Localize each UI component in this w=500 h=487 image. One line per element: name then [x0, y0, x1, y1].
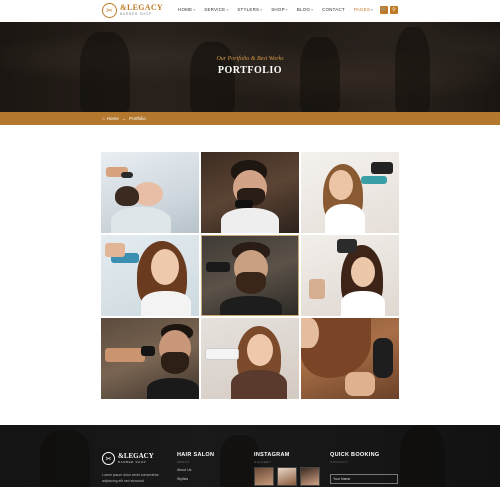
- portfolio-beard-trim[interactable]: [201, 152, 299, 233]
- site-footer: [0, 425, 500, 487]
- hero-subtitle: Our Portfolio & Best Works: [216, 56, 284, 62]
- nav-item-home[interactable]: HOME▾: [178, 7, 195, 12]
- nav-item-label: SERVICE: [204, 7, 226, 12]
- nav-item-shop[interactable]: SHOP▾: [271, 7, 288, 12]
- round-brush: [361, 176, 387, 184]
- main-nav: HOME▾ SERVICE▾ STYLERS▾ SHOP▾ BLOG▾ CONT…: [178, 7, 382, 12]
- client-top: [231, 370, 287, 399]
- client-face: [247, 334, 273, 366]
- footer-link-about[interactable]: About Us: [177, 468, 191, 472]
- nav-item-service[interactable]: SERVICE▾: [204, 7, 228, 12]
- chevron-down-icon: ▾: [311, 8, 314, 12]
- scissors-logo-icon: ✂: [102, 3, 117, 18]
- portfolio-hair-brush-closeup[interactable]: [301, 318, 399, 399]
- hair-dryer: [205, 348, 239, 360]
- booking-name-placeholder: Your Name: [333, 477, 351, 481]
- cart-icon: 🛒: [380, 7, 388, 13]
- page-hero-banner: Our Portfolio & Best Works PORTFOLIO: [0, 22, 500, 112]
- instagram-thumb[interactable]: [277, 467, 297, 486]
- client-face: [329, 170, 353, 200]
- footer-col-sub: ABOUT: [177, 460, 190, 464]
- nav-item-pages[interactable]: PAGES▾: [354, 7, 373, 12]
- logo-name: &LEGACY: [120, 3, 163, 13]
- logo-subtitle: BARBER SHOP: [120, 12, 152, 17]
- scissors-logo-icon: ✂: [102, 452, 115, 465]
- barber-arm: [105, 348, 145, 362]
- trimmer: [235, 200, 253, 208]
- client-hair: [115, 186, 139, 206]
- footer-description: Lorem ipsum dolor amet consectetur adipi…: [102, 473, 159, 483]
- breadcrumb-bar: ⌂ Home → Portfolio: [0, 112, 500, 125]
- portfolio-hair-dryer[interactable]: [301, 152, 399, 233]
- portfolio-beard-man[interactable]: [201, 235, 299, 316]
- chevron-down-icon: ▾: [371, 8, 374, 12]
- footer-col-title-instagram: INSTAGRAM: [254, 452, 290, 458]
- chevron-down-icon: ▾: [226, 8, 229, 12]
- nav-item-contact[interactable]: CONTACT: [322, 7, 345, 12]
- client-face: [301, 318, 319, 348]
- instagram-thumb[interactable]: [254, 467, 274, 486]
- barber-cape: [221, 208, 279, 233]
- wash-basin: [111, 207, 171, 233]
- chevron-down-icon: ▾: [193, 8, 196, 12]
- paddle-brush: [373, 338, 393, 378]
- footer-logo-text: &LEGACY BARBER SHOP: [118, 453, 154, 464]
- footer-overlay: [0, 425, 500, 487]
- client-face: [151, 249, 179, 285]
- nav-item-label: BLOG: [296, 7, 311, 12]
- footer-col-title-hair-salon: HAIR SALON: [177, 452, 215, 458]
- search-icon: ⚲: [392, 7, 396, 13]
- nav-item-stylers[interactable]: STYLERS▾: [237, 7, 262, 12]
- client-shirt: [147, 378, 199, 399]
- portfolio-gallery: [101, 152, 399, 399]
- nav-item-label: PAGES: [353, 7, 371, 12]
- breadcrumb-separator: →: [121, 116, 127, 121]
- breadcrumb-current: Portfolio: [129, 116, 146, 121]
- search-button[interactable]: ⚲: [390, 6, 398, 14]
- footer-logo-name: &LEGACY: [118, 452, 154, 460]
- footer-logo[interactable]: ✂ &LEGACY BARBER SHOP: [102, 452, 154, 465]
- chevron-down-icon: ▾: [260, 8, 263, 12]
- clipper: [141, 346, 155, 356]
- client-face: [351, 257, 375, 287]
- client-beard: [161, 352, 189, 374]
- client-beard: [236, 272, 266, 294]
- cart-button[interactable]: 🛒: [380, 6, 388, 14]
- nav-item-blog[interactable]: BLOG▾: [297, 7, 313, 12]
- footer-col-title-quick-booking: QUICK BOOKING: [330, 452, 380, 458]
- footer-col-sub: GALLERY: [254, 460, 272, 464]
- home-icon: ⌂: [102, 116, 105, 121]
- top-navigation-bar: ✂ &LEGACY BARBER SHOP HOME▾ SERVICE▾ STY…: [0, 0, 500, 22]
- footer-link-stylists[interactable]: Stylists: [177, 477, 188, 481]
- stylist-hand: [105, 243, 125, 257]
- nav-item-label: SHOP: [271, 7, 285, 12]
- nav-item-label: HOME: [178, 7, 193, 12]
- client-shirt: [220, 296, 282, 315]
- breadcrumb-home-link[interactable]: Home: [107, 116, 119, 121]
- portfolio-clipper-cut[interactable]: [101, 318, 199, 399]
- footer-logo-subtitle: BARBER SHOP: [118, 460, 147, 464]
- client-top: [341, 291, 385, 316]
- portfolio-hair-brushing[interactable]: [101, 235, 199, 316]
- client-top: [325, 204, 365, 233]
- logo-text: &LEGACY BARBER SHOP: [120, 4, 163, 17]
- shower-head: [121, 172, 133, 178]
- breadcrumb: ⌂ Home → Portfolio: [102, 116, 146, 121]
- instagram-thumb[interactable]: [300, 467, 320, 486]
- hair-dryer: [337, 239, 357, 253]
- chevron-down-icon: ▾: [285, 8, 288, 12]
- portfolio-hair-drying-curls[interactable]: [301, 235, 399, 316]
- page-title: PORTFOLIO: [217, 65, 283, 76]
- portfolio-blow-dry[interactable]: [201, 318, 299, 399]
- portfolio-hair-wash[interactable]: [101, 152, 199, 233]
- nav-item-label: STYLERS: [237, 7, 260, 12]
- hair-dryer: [371, 162, 393, 174]
- site-logo[interactable]: ✂ &LEGACY BARBER SHOP: [102, 3, 163, 18]
- nav-item-label: CONTACT: [322, 7, 345, 12]
- client-top: [141, 291, 191, 316]
- clipper: [206, 262, 230, 272]
- stylist-hand: [345, 372, 375, 396]
- stylist-hand: [309, 279, 325, 299]
- footer-col-sub: CONTACT: [330, 460, 348, 464]
